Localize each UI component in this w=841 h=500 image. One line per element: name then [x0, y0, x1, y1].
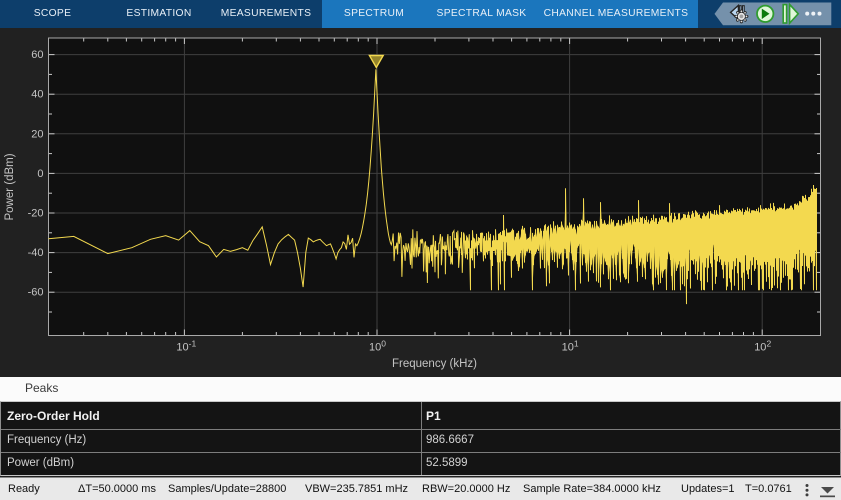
svg-text:101: 101 [562, 339, 579, 354]
svg-text:Frequency (kHz): Frequency (kHz) [392, 358, 477, 370]
svg-text:-40: -40 [28, 247, 44, 259]
svg-text:40: 40 [31, 89, 43, 101]
svg-text:102: 102 [754, 339, 771, 354]
svg-text:100: 100 [369, 339, 386, 354]
svg-text:-60: -60 [28, 287, 44, 299]
svg-text:-20: -20 [28, 208, 44, 220]
svg-text:60: 60 [31, 49, 43, 61]
svg-text:Power (dBm): Power (dBm) [4, 153, 16, 220]
svg-text:10-1: 10-1 [176, 339, 196, 354]
svg-text:0: 0 [37, 168, 43, 180]
svg-text:20: 20 [31, 128, 43, 140]
